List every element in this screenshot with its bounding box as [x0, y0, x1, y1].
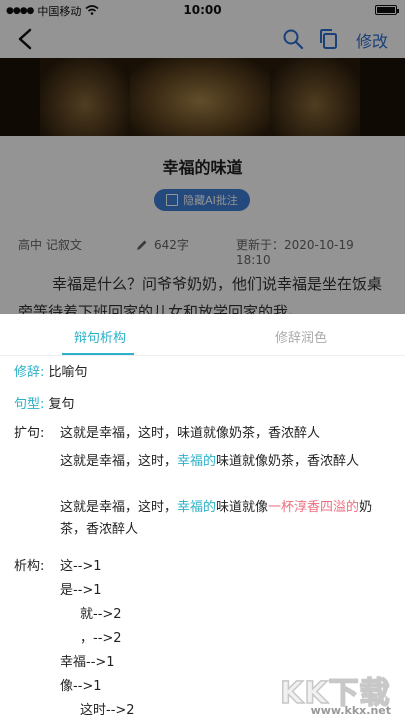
analysis-sheet: 辩句析构 修辞润色 修辞: 比喻句 句型: 复句 扩句: 这就是幸福，这时，味道… [0, 314, 405, 720]
expansion-line-3: 这就是幸福，这时，幸福的味道就像一杯淳香四溢的奶茶，香浓醉人 [60, 497, 390, 541]
tab-rhetoric-polish[interactable]: 修辞润色 [275, 327, 327, 346]
structure-item: 就-->2 [80, 607, 122, 622]
dim-overlay[interactable] [0, 0, 405, 314]
tab-sentence-analysis[interactable]: 辩句析构 [74, 327, 126, 346]
tab-indicator [62, 353, 134, 355]
structure-item: 是-->1 [60, 583, 102, 598]
rhetoric-value: 比喻句 [48, 365, 88, 380]
structure-item: ，-->2 [80, 631, 122, 646]
structure-item: 幸福-->1 [60, 655, 115, 670]
expansion-line-3-text: 这就是幸福，这时， [60, 500, 178, 515]
watermark-logo: KK下载 www.kkx.net [279, 668, 395, 720]
expansion-line-3-text-mid: 味道就像 [216, 500, 269, 515]
expansion-line-3-highlight-2: 一杯淳香四溢的 [268, 500, 360, 515]
watermark-url: www.kkx.net [310, 704, 391, 717]
expansion-line-2-text-end: 味道就像奶茶，香浓醉人 [216, 454, 360, 469]
expansion-line-2-text: 这就是幸福，这时， [60, 454, 178, 469]
expansion-line-3-highlight: 幸福的 [177, 500, 217, 515]
expansion-line-2: 这就是幸福，这时，幸福的味道就像奶茶，香浓醉人 [60, 451, 390, 473]
expansion-label: 扩句: [14, 426, 45, 441]
sentence-type-row: 句型: 复句 [14, 394, 75, 416]
sentence-type-value: 复句 [48, 397, 75, 412]
analysis-tabs: 辩句析构 修辞润色 [0, 314, 405, 356]
expansion-line-2-highlight: 幸福的 [177, 454, 217, 469]
expansion-line-1: 这就是幸福，这时，味道就像奶茶，香浓醉人 [60, 426, 321, 441]
sentence-type-label: 句型: [14, 397, 45, 412]
structure-item: 这-->1 [60, 559, 102, 574]
rhetoric-label: 修辞: [14, 365, 45, 380]
structure-item: 像-->1 [60, 679, 102, 694]
structure-item: 这时-->2 [80, 703, 135, 718]
rhetoric-row: 修辞: 比喻句 [14, 362, 88, 384]
structure-label: 析构: [14, 559, 45, 574]
